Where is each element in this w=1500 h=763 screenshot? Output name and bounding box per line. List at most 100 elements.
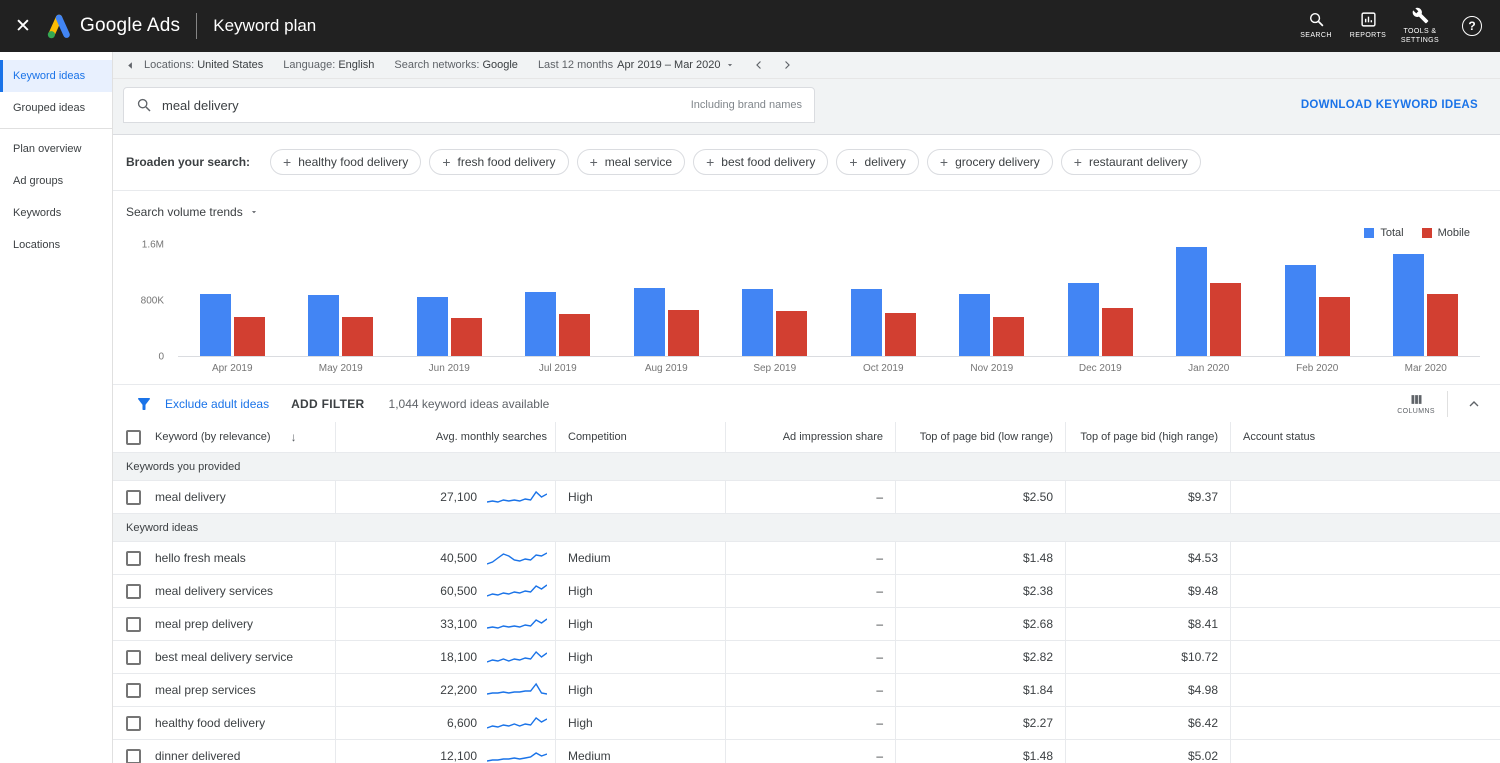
broaden-chip-label: fresh food delivery <box>458 155 556 169</box>
table-row[interactable]: meal delivery services60,500High–$2.38$9… <box>113 575 1500 608</box>
exclude-adult-ideas-filter[interactable]: Exclude adult ideas <box>165 397 269 411</box>
filter-toolbar-right: COLUMNS <box>1397 391 1488 417</box>
sidebar-item-plan-overview[interactable]: Plan overview <box>0 133 112 165</box>
sidebar-item-keywords[interactable]: Keywords <box>0 197 112 229</box>
avg-searches-cell: 18,100 <box>335 641 555 673</box>
select-all-checkbox[interactable] <box>126 430 141 445</box>
row-checkbox[interactable] <box>126 617 141 632</box>
download-keyword-ideas-link[interactable]: DOWNLOAD KEYWORD IDEAS <box>1301 99 1478 111</box>
broaden-chip[interactable]: +delivery <box>836 149 919 175</box>
broaden-chip[interactable]: +meal service <box>577 149 686 175</box>
plus-icon: + <box>1074 155 1082 169</box>
legend-swatch <box>1422 228 1432 238</box>
mobile-bar <box>342 317 373 356</box>
legend-swatch <box>1364 228 1374 238</box>
impression-share-cell: – <box>725 740 895 763</box>
networks-setting[interactable]: Search networks: Google <box>394 59 518 71</box>
avg-searches-cell: 27,100 <box>335 481 555 513</box>
competition-cell: High <box>555 575 725 607</box>
mobile-bar <box>451 318 482 356</box>
bar-group <box>504 292 613 356</box>
chart-type-dropdown[interactable]: Search volume trends <box>126 205 259 219</box>
impression-share-header-cell[interactable]: Ad impression share <box>725 422 895 452</box>
total-bar <box>200 294 231 356</box>
x-axis-label: Jun 2019 <box>395 363 504 374</box>
close-icon[interactable]: ✕ <box>0 15 46 38</box>
search-icon <box>1308 11 1325 28</box>
broaden-chip[interactable]: +grocery delivery <box>927 149 1053 175</box>
plus-icon: + <box>706 155 714 169</box>
bid-low-header-cell[interactable]: Top of page bid (low range) <box>895 422 1065 452</box>
table-row[interactable]: dinner delivered12,100Medium–$1.48$5.02 <box>113 740 1500 763</box>
add-filter-button[interactable]: ADD FILTER <box>291 397 364 411</box>
broaden-chip-label: delivery <box>865 155 906 169</box>
date-next-button[interactable] <box>773 58 801 72</box>
columns-button[interactable]: COLUMNS <box>1397 392 1435 415</box>
help-button[interactable]: ? <box>1462 16 1482 36</box>
x-axis-label: Jul 2019 <box>504 363 613 374</box>
keyword-cell: meal delivery services <box>113 575 335 607</box>
chevron-down-icon <box>725 60 735 70</box>
total-bar <box>634 288 665 356</box>
bid-high-cell: $4.53 <box>1065 542 1230 574</box>
keyword-search-input[interactable]: meal delivery Including brand names <box>123 87 815 123</box>
impression-share-cell: – <box>725 707 895 739</box>
broaden-chip[interactable]: +healthy food delivery <box>270 149 421 175</box>
row-checkbox[interactable] <box>126 551 141 566</box>
nav-tools-button[interactable]: TOOLS & SETTINGS <box>1394 7 1446 46</box>
legend-label: Mobile <box>1438 227 1470 239</box>
broaden-chip[interactable]: +restaurant delivery <box>1061 149 1201 175</box>
table-row[interactable]: best meal delivery service18,100High–$2.… <box>113 641 1500 674</box>
avg-searches-header-cell[interactable]: Avg. monthly searches <box>335 422 555 452</box>
row-checkbox[interactable] <box>126 683 141 698</box>
sidebar-item-locations[interactable]: Locations <box>0 229 112 261</box>
table-body: Keywords you providedmeal delivery27,100… <box>113 453 1500 763</box>
impression-share-cell: – <box>725 641 895 673</box>
date-range-selector[interactable]: Last 12 months Apr 2019 – Mar 2020 <box>538 59 735 71</box>
mobile-bar <box>1210 283 1241 356</box>
bid-high-cell: $8.41 <box>1065 608 1230 640</box>
table-row[interactable]: meal delivery27,100High–$2.50$9.37 <box>113 481 1500 514</box>
x-axis-label: Apr 2019 <box>178 363 287 374</box>
account-status-header-cell[interactable]: Account status <box>1230 422 1500 452</box>
broaden-chip[interactable]: + fresh food delivery <box>429 149 568 175</box>
avg-searches-value: 22,200 <box>440 683 477 697</box>
plus-icon: + <box>442 155 450 169</box>
row-checkbox[interactable] <box>126 749 141 763</box>
row-checkbox[interactable] <box>126 716 141 731</box>
columns-icon <box>1409 392 1424 407</box>
nav-search-button[interactable]: SEARCH <box>1290 11 1342 40</box>
sidebar-item-keyword-ideas[interactable]: Keyword ideas <box>0 60 112 92</box>
table-row[interactable]: meal prep services22,200High–$1.84$4.98 <box>113 674 1500 707</box>
x-axis: Apr 2019May 2019Jun 2019Jul 2019Aug 2019… <box>178 363 1480 374</box>
date-prev-button[interactable] <box>745 58 773 72</box>
nav-reports-button[interactable]: REPORTS <box>1342 11 1394 40</box>
bid-high-header-cell[interactable]: Top of page bid (high range) <box>1065 422 1230 452</box>
table-row[interactable]: hello fresh meals40,500Medium–$1.48$4.53 <box>113 542 1500 575</box>
sidebar-item-grouped-ideas[interactable]: Grouped ideas <box>0 92 112 124</box>
main-layout: Keyword ideas Grouped ideas Plan overvie… <box>0 52 1500 763</box>
nav-search-label: SEARCH <box>1300 31 1332 40</box>
sidebar-item-ad-groups[interactable]: Ad groups <box>0 165 112 197</box>
row-checkbox[interactable] <box>126 584 141 599</box>
plus-icon: + <box>283 155 291 169</box>
mobile-bar <box>993 317 1024 356</box>
locations-setting[interactable]: Locations: United States <box>144 59 263 71</box>
row-checkbox[interactable] <box>126 650 141 665</box>
row-checkbox[interactable] <box>126 490 141 505</box>
search-volume-chart-section: Search volume trends TotalMobile 1.6M 80… <box>113 191 1500 384</box>
avg-searches-value: 12,100 <box>440 749 477 763</box>
keyword-header-cell[interactable]: Keyword (by relevance) ↓ <box>113 422 335 452</box>
bid-low-cell: $2.68 <box>895 608 1065 640</box>
language-setting[interactable]: Language: English <box>283 59 374 71</box>
back-button[interactable] <box>117 60 144 71</box>
topbar-actions: SEARCH REPORTS TOOLS & SETTINGS ? <box>1290 7 1500 46</box>
collapse-table-button[interactable] <box>1460 396 1488 412</box>
broaden-chip[interactable]: +best food delivery <box>693 149 828 175</box>
competition-header-cell[interactable]: Competition <box>555 422 725 452</box>
trend-sparkline <box>487 746 547 763</box>
table-row[interactable]: healthy food delivery6,600High–$2.27$6.4… <box>113 707 1500 740</box>
bid-low-cell: $2.27 <box>895 707 1065 739</box>
table-row[interactable]: meal prep delivery33,100High–$2.68$8.41 <box>113 608 1500 641</box>
back-arrow-icon <box>125 60 136 71</box>
